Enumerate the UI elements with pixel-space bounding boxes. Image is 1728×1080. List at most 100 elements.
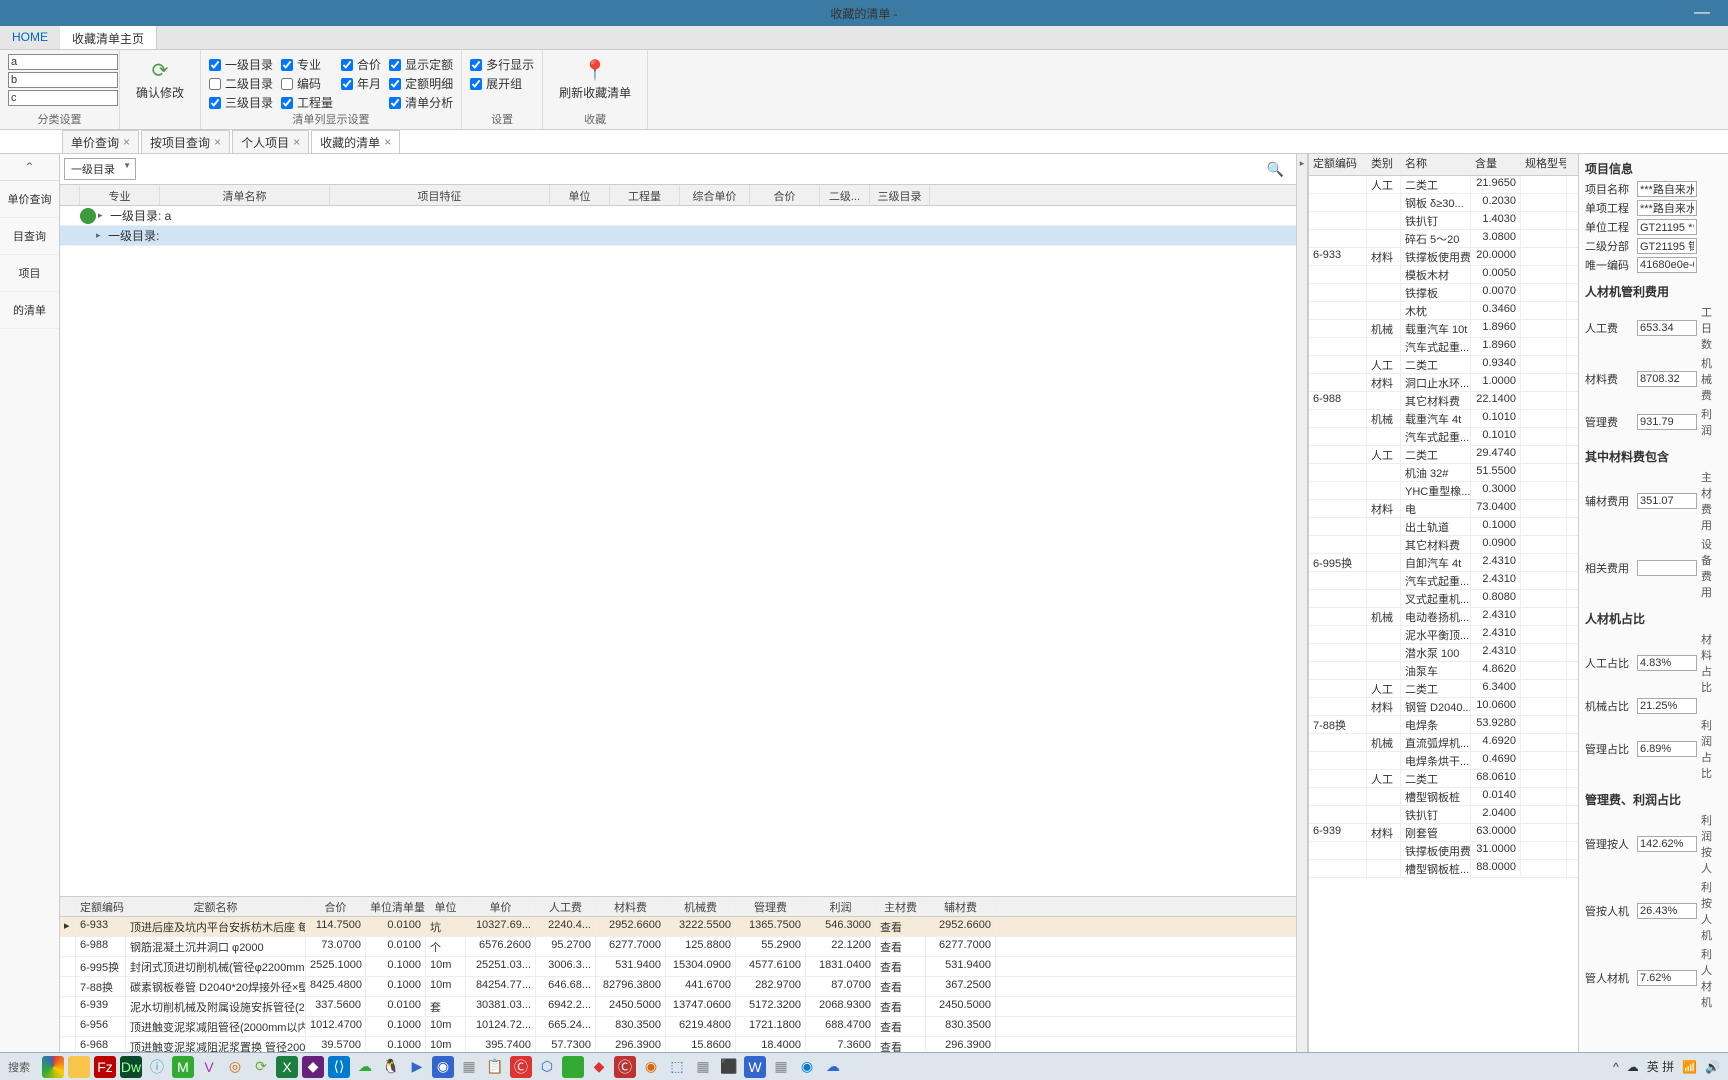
- close-icon[interactable]: ×: [214, 135, 221, 149]
- resource-row[interactable]: 槽型钢板桩0.0140: [1309, 788, 1578, 806]
- explorer-icon[interactable]: ​: [68, 1056, 90, 1078]
- machine-pct-field[interactable]: [1637, 698, 1697, 714]
- resource-row[interactable]: 汽车式起重...2.4310: [1309, 572, 1578, 590]
- app-icon[interactable]: ▦: [692, 1056, 714, 1078]
- tray-cloud-icon[interactable]: ☁: [1627, 1060, 1639, 1074]
- taskbar-search[interactable]: 搜索: [8, 1059, 30, 1075]
- app-icon[interactable]: V: [198, 1056, 220, 1078]
- close-icon[interactable]: ×: [123, 135, 130, 149]
- resource-row[interactable]: 出土轨道0.1000: [1309, 518, 1578, 536]
- resource-row[interactable]: 人工二类工21.9650: [1309, 176, 1578, 194]
- check-demx[interactable]: 定额明细: [389, 75, 453, 92]
- classify-input-b[interactable]: [8, 72, 118, 88]
- manage-by-labor-field[interactable]: [1637, 836, 1697, 852]
- resource-row[interactable]: 木枕0.3460: [1309, 302, 1578, 320]
- resource-row[interactable]: 人工二类工29.4740: [1309, 446, 1578, 464]
- nav-project[interactable]: 项目: [0, 255, 59, 292]
- nav-fav-list[interactable]: 的清单: [0, 292, 59, 329]
- minimize-button[interactable]: —: [1694, 4, 1710, 22]
- classify-input-c[interactable]: [8, 90, 118, 106]
- search-icon[interactable]: 🔍: [1267, 161, 1284, 178]
- main-tree[interactable]: ▸ 一级目录: a ▸ 一级目录:: [60, 206, 1296, 896]
- app-icon[interactable]: ⓘ: [146, 1056, 168, 1078]
- tray-chevron-icon[interactable]: ^: [1613, 1060, 1619, 1074]
- app-icon[interactable]: ​: [562, 1056, 584, 1078]
- unit-project-field[interactable]: [1637, 219, 1697, 235]
- app-icon[interactable]: ▦: [458, 1056, 480, 1078]
- app-icon[interactable]: ⬡: [536, 1056, 558, 1078]
- related-cost-field[interactable]: [1637, 560, 1697, 576]
- app-icon[interactable]: Ⓒ: [510, 1056, 532, 1078]
- app-icon[interactable]: ◆: [588, 1056, 610, 1078]
- app-icon[interactable]: 📋: [484, 1056, 506, 1078]
- check-xsde[interactable]: 显示定额: [389, 56, 453, 73]
- wifi-icon[interactable]: 📶: [1682, 1060, 1697, 1074]
- app-icon[interactable]: ⬛: [718, 1056, 740, 1078]
- check-ny[interactable]: 年月: [341, 75, 381, 92]
- resource-row[interactable]: 6-939材料刚套管63.0000: [1309, 824, 1578, 842]
- chevron-right-icon[interactable]: ▸: [98, 210, 110, 221]
- app-icon[interactable]: ☁: [822, 1056, 844, 1078]
- check-l1[interactable]: 一级目录: [209, 56, 273, 73]
- tab-main[interactable]: 收藏清单主页: [60, 26, 157, 49]
- filezilla-icon[interactable]: Fz: [94, 1056, 116, 1078]
- resource-row[interactable]: 潜水泵 1002.4310: [1309, 644, 1578, 662]
- taskbar[interactable]: 搜索 ​ ​ Fz Dw ⓘ M V ◎ ⟳ X ◆ ⟨⟩ ☁ 🐧 ▶ ◉ ▦ …: [0, 1052, 1728, 1080]
- manage-pct-field[interactable]: [1637, 741, 1697, 757]
- check-l2[interactable]: 二级目录: [209, 75, 273, 92]
- table-row[interactable]: 6-988钢筋混凝土沉井洞口 φ200073.07000.0100个6576.2…: [60, 937, 1296, 957]
- tree-row[interactable]: ▸ 一级目录: a: [60, 206, 1296, 226]
- resource-row[interactable]: YHC重型橡...0.3000: [1309, 482, 1578, 500]
- resource-row[interactable]: 电焊条烘干...0.4690: [1309, 752, 1578, 770]
- resource-row[interactable]: 铁撑板使用费31.0000: [1309, 842, 1578, 860]
- volume-icon[interactable]: 🔊: [1705, 1060, 1720, 1074]
- resource-row[interactable]: 钢板 δ≥30...0.2030: [1309, 194, 1578, 212]
- nav-catalog-query[interactable]: 目查询: [0, 218, 59, 255]
- subtab-price[interactable]: 单价查询×: [62, 130, 139, 153]
- collapse-handle[interactable]: ▸: [1296, 154, 1308, 1056]
- resource-row[interactable]: 油泵车4.8620: [1309, 662, 1578, 680]
- chevron-right-icon[interactable]: ▸: [96, 230, 108, 241]
- check-expand-group[interactable]: 展开组: [470, 75, 534, 92]
- quota-grid[interactable]: 定额编码定额名称合价单位清单量单位单价人工费材料费机械费管理费利润主材费辅材费 …: [60, 896, 1296, 1056]
- table-row[interactable]: ▸6-933顶进后座及坑内平台安拆枋木后座 每坑...114.75000.010…: [60, 917, 1296, 937]
- resource-row[interactable]: 铁扒钉2.0400: [1309, 806, 1578, 824]
- app-icon[interactable]: Ⓒ: [614, 1056, 636, 1078]
- check-multiline[interactable]: 多行显示: [470, 56, 534, 73]
- manage-by-lm-field[interactable]: [1637, 903, 1697, 919]
- ime-indicator[interactable]: 英 拼: [1647, 1058, 1674, 1075]
- resource-row[interactable]: 铁扒钉1.4030: [1309, 212, 1578, 230]
- resource-row[interactable]: 汽车式起重...1.8960: [1309, 338, 1578, 356]
- vscode-icon[interactable]: ⟨⟩: [328, 1056, 350, 1078]
- unique-code-field[interactable]: [1637, 257, 1697, 273]
- resource-row[interactable]: 模板木材0.0050: [1309, 266, 1578, 284]
- refresh-fav-button[interactable]: 📍 刷新收藏清单: [551, 54, 639, 105]
- app-icon[interactable]: ▦: [770, 1056, 792, 1078]
- resource-row[interactable]: 6-933材料铁撑板使用费20.0000: [1309, 248, 1578, 266]
- app-icon[interactable]: M: [172, 1056, 194, 1078]
- second-level-field[interactable]: [1637, 238, 1697, 254]
- resource-row[interactable]: 机械载重汽车 10t1.8960: [1309, 320, 1578, 338]
- subtab-project-query[interactable]: 按项目查询×: [141, 130, 230, 153]
- manage-by-lmm-field[interactable]: [1637, 970, 1697, 986]
- chrome-icon[interactable]: ​: [42, 1056, 64, 1078]
- resource-row[interactable]: 6-988其它材料费22.1400: [1309, 392, 1578, 410]
- resource-row[interactable]: 机械载重汽车 4t0.1010: [1309, 410, 1578, 428]
- app-icon[interactable]: ⟳: [250, 1056, 272, 1078]
- check-qdfx[interactable]: 清单分析: [389, 94, 453, 111]
- table-row[interactable]: 6-939泥水切削机械及附属设施安拆管径(220...337.56000.010…: [60, 997, 1296, 1017]
- resource-row[interactable]: 槽型钢板桩...88.0000: [1309, 860, 1578, 878]
- resource-row[interactable]: 材料洞口止水环...1.0000: [1309, 374, 1578, 392]
- resource-row[interactable]: 人工二类工6.3400: [1309, 680, 1578, 698]
- check-qty[interactable]: 工程量: [281, 94, 333, 111]
- system-tray[interactable]: ^ ☁ 英 拼 📶 🔊: [1613, 1058, 1720, 1075]
- confirm-modify-button[interactable]: ⟳ 确认修改: [128, 54, 192, 105]
- expand-nav-icon[interactable]: ⌃: [0, 154, 59, 181]
- resource-row[interactable]: 其它材料费0.0900: [1309, 536, 1578, 554]
- qq-icon[interactable]: 🐧: [380, 1056, 402, 1078]
- app-icon[interactable]: ◉: [640, 1056, 662, 1078]
- check-major[interactable]: 专业: [281, 56, 333, 73]
- resource-row[interactable]: 碎石 5～203.0800: [1309, 230, 1578, 248]
- resource-row[interactable]: 机械直流弧焊机...4.6920: [1309, 734, 1578, 752]
- close-icon[interactable]: ×: [293, 135, 300, 149]
